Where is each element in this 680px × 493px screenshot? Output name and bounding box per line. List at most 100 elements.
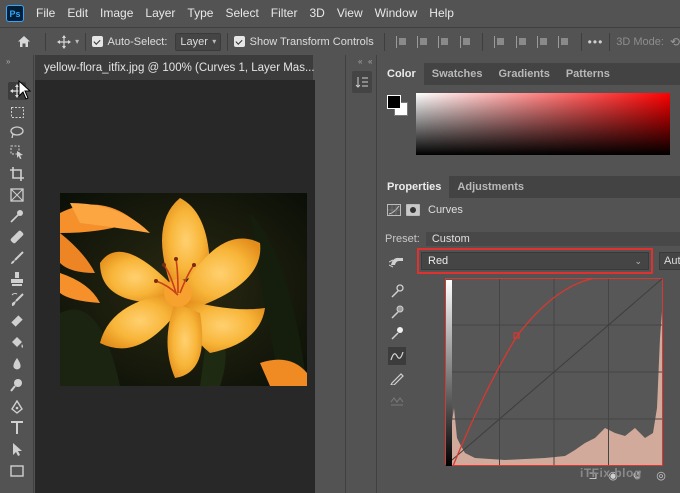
- menu-select[interactable]: Select: [219, 0, 264, 27]
- divider: [580, 32, 582, 51]
- document-image: [60, 193, 307, 386]
- divider: [383, 32, 385, 51]
- menu-file[interactable]: File: [30, 0, 61, 27]
- preset-dropdown[interactable]: Custom: [425, 232, 680, 246]
- color-picker-field[interactable]: [416, 93, 670, 155]
- photoshop-window: Ps File Edit Image Layer Type Select Fil…: [0, 0, 680, 493]
- preset-label: Preset:: [385, 233, 420, 245]
- align-center-icon[interactable]: [417, 35, 428, 48]
- auto-select-value: Layer: [180, 35, 208, 48]
- menu-window[interactable]: Window: [369, 0, 424, 27]
- healing-brush-tool[interactable]: [8, 228, 26, 246]
- tab-adjustments[interactable]: Adjustments: [449, 176, 532, 198]
- transform-controls-checkbox[interactable]: [234, 36, 245, 47]
- menu-layer[interactable]: Layer: [139, 0, 181, 27]
- properties-panel: Properties Adjustments Curves Preset: Cu…: [379, 176, 680, 493]
- visibility-icon[interactable]: ◎: [654, 468, 668, 482]
- foreground-color-swatch[interactable]: [387, 95, 401, 109]
- menu-image[interactable]: Image: [94, 0, 139, 27]
- more-options-icon[interactable]: •••: [588, 35, 604, 49]
- input-gradient-bar: [446, 280, 452, 466]
- adjustment-name: Curves: [428, 204, 463, 216]
- pen-tool[interactable]: [8, 398, 26, 416]
- collapse-chevron-icon[interactable]: »: [6, 57, 10, 66]
- object-selection-tool[interactable]: [8, 143, 26, 161]
- align-left-icon[interactable]: [395, 35, 407, 48]
- chevron-down-icon[interactable]: ▾: [75, 37, 79, 46]
- chevron-down-icon: ▾: [212, 37, 217, 46]
- menu-edit[interactable]: Edit: [61, 0, 94, 27]
- options-bar: ▾ Auto-Select: Layer ▾ Show Transform Co…: [0, 27, 680, 55]
- eraser-tool[interactable]: [8, 312, 26, 330]
- black-point-eyedropper-icon[interactable]: [388, 282, 406, 300]
- lasso-tool[interactable]: [8, 123, 26, 141]
- 3d-mode-label: 3D Mode:: [616, 35, 664, 48]
- menu-3d[interactable]: 3D: [303, 0, 330, 27]
- auto-select-checkbox[interactable]: [92, 36, 103, 47]
- tab-swatches[interactable]: Swatches: [424, 63, 491, 85]
- properties-panel-tabs: Properties Adjustments: [379, 176, 680, 198]
- curve-point-tool-icon[interactable]: [388, 347, 406, 365]
- home-icon[interactable]: [16, 34, 31, 50]
- layer-mask-icon[interactable]: [406, 204, 420, 216]
- gray-point-eyedropper-icon[interactable]: [388, 303, 406, 321]
- type-tool[interactable]: [8, 419, 26, 437]
- divider: [609, 32, 611, 51]
- adjustment-header: Curves: [387, 204, 463, 216]
- blur-tool[interactable]: [8, 355, 26, 373]
- curves-graph-canvas[interactable]: [444, 277, 664, 467]
- menu-filter[interactable]: Filter: [265, 0, 304, 27]
- dodge-tool[interactable]: [8, 376, 26, 394]
- canvas-area[interactable]: [35, 80, 315, 493]
- tab-patterns[interactable]: Patterns: [558, 63, 618, 85]
- divider: [482, 32, 484, 51]
- tab-properties[interactable]: Properties: [379, 176, 450, 198]
- menu-view[interactable]: View: [331, 0, 369, 27]
- align-top-icon[interactable]: [494, 35, 505, 48]
- tab-color[interactable]: Color: [379, 63, 424, 85]
- marquee-tool[interactable]: [8, 103, 26, 121]
- pencil-draw-icon[interactable]: [388, 369, 406, 387]
- crop-tool[interactable]: [8, 165, 26, 183]
- brush-tool[interactable]: [8, 249, 26, 267]
- auto-button[interactable]: Auto: [659, 252, 680, 270]
- align-middle-icon[interactable]: [515, 35, 527, 48]
- rectangle-tool[interactable]: [8, 462, 26, 480]
- document-tab-bar: yellow-flora_itfix.jpg @ 100% (Curves 1,…: [35, 55, 331, 80]
- distribute-vertical-icon[interactable]: [558, 35, 569, 48]
- menu-bar: Ps File Edit Image Layer Type Select Fil…: [0, 0, 680, 27]
- document-tab[interactable]: yellow-flora_itfix.jpg @ 100% (Curves 1,…: [35, 55, 331, 80]
- path-selection-tool[interactable]: [8, 440, 26, 458]
- flower-photo: [60, 193, 307, 386]
- channel-dropdown[interactable]: Red ⌄: [421, 252, 649, 270]
- history-brush-tool[interactable]: [8, 291, 26, 309]
- paint-bucket-tool[interactable]: [8, 334, 26, 352]
- collapse-chevron-icon[interactable]: «: [358, 57, 362, 66]
- 3d-orbit-icon[interactable]: ⟲: [670, 35, 680, 49]
- channel-dropdown-highlight: Red ⌄: [417, 248, 653, 274]
- tab-gradients[interactable]: Gradients: [490, 63, 557, 85]
- white-point-eyedropper-icon[interactable]: [388, 324, 406, 342]
- collapsed-panel-dock: «: [345, 55, 377, 493]
- on-image-adjust-icon[interactable]: [388, 253, 406, 271]
- transform-controls-label: Show Transform Controls: [249, 35, 374, 48]
- eyedropper-tool[interactable]: [8, 207, 26, 225]
- curves-adjustment-icon[interactable]: [387, 204, 401, 216]
- menu-type[interactable]: Type: [181, 0, 219, 27]
- collapse-chevron-icon[interactable]: «: [368, 57, 372, 66]
- divider: [85, 32, 87, 51]
- watermark: iTFix blog: [580, 466, 642, 480]
- clone-stamp-tool[interactable]: [8, 270, 26, 288]
- frame-tool[interactable]: [8, 186, 26, 204]
- move-tool-icon[interactable]: [56, 34, 71, 50]
- menu-help[interactable]: Help: [423, 0, 460, 27]
- curves-graph[interactable]: [444, 277, 664, 467]
- channel-value: Red: [428, 255, 449, 267]
- history-panel-icon[interactable]: [352, 71, 372, 93]
- distribute-icon[interactable]: [459, 35, 471, 48]
- align-right-icon[interactable]: [438, 35, 449, 48]
- panel-gap: [315, 55, 345, 493]
- align-bottom-icon[interactable]: [536, 35, 548, 48]
- auto-select-dropdown[interactable]: Layer ▾: [175, 32, 222, 51]
- divider: [227, 32, 229, 51]
